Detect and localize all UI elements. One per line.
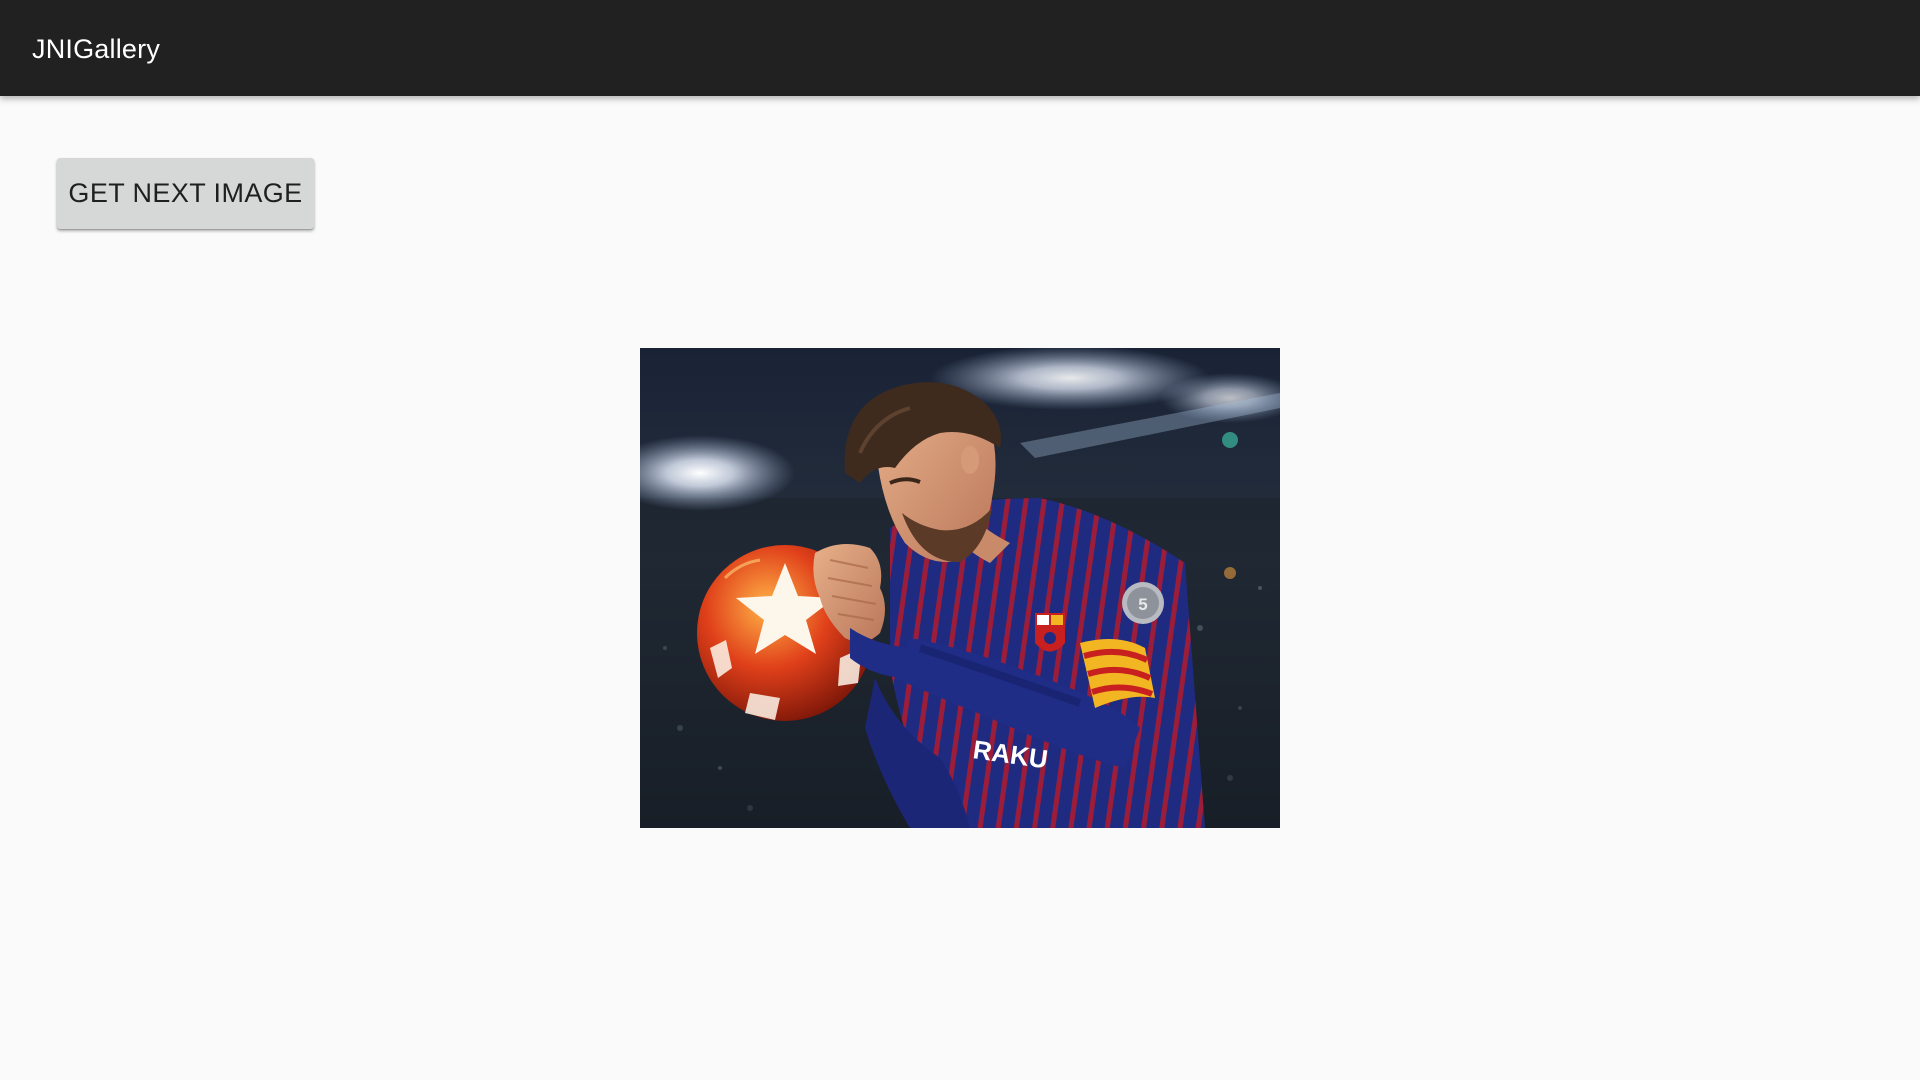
gallery-image: 5 RAKU [640,348,1280,828]
badge-number: 5 [1138,595,1147,614]
app-title: JNIGallery [32,34,161,64]
player-photo: 5 RAKU [640,348,1280,828]
app-bar: JNIGallery [0,0,1920,96]
get-next-image-button[interactable]: GET NEXT IMAGE [57,158,314,229]
